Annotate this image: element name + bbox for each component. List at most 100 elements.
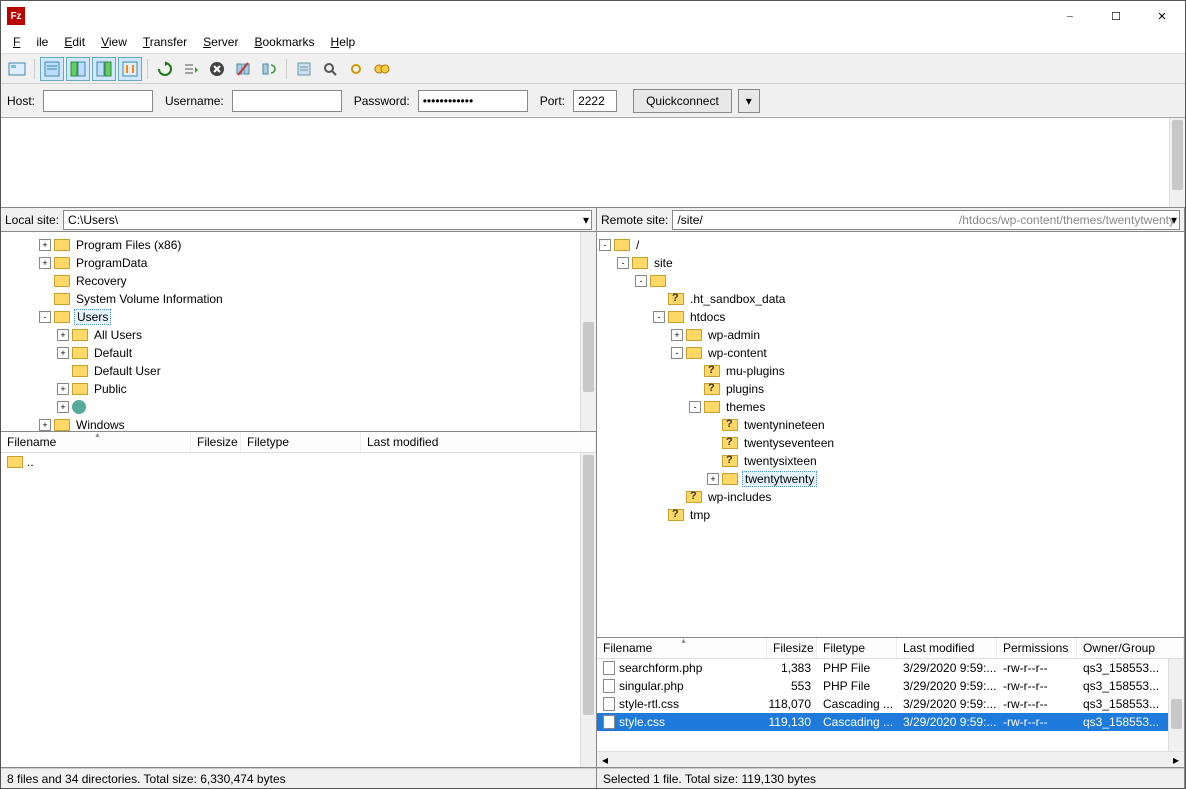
tree-expander[interactable]: + — [39, 239, 51, 251]
tree-expander[interactable]: - — [653, 311, 665, 323]
tree-expander[interactable]: + — [57, 329, 69, 341]
col-filename[interactable]: ▴Filename — [597, 638, 767, 658]
toggle-remote-tree-icon[interactable] — [92, 57, 116, 81]
remote-file-list[interactable]: ▴Filename Filesize Filetype Last modifie… — [597, 638, 1184, 768]
tree-item[interactable]: twentyseventeen — [599, 434, 1182, 452]
tree-item[interactable]: plugins — [599, 380, 1182, 398]
tree-item[interactable]: +Public — [3, 380, 594, 398]
tree-item[interactable]: +ProgramData — [3, 254, 594, 272]
cancel-icon[interactable] — [205, 57, 229, 81]
col-filetype[interactable]: Filetype — [817, 638, 897, 658]
tree-item[interactable]: twentynineteen — [599, 416, 1182, 434]
remote-directory-tree[interactable]: -/-site-.ht_sandbox_data-htdocs+wp-admin… — [597, 232, 1184, 638]
col-filesize[interactable]: Filesize — [767, 638, 817, 658]
toggle-queue-icon[interactable] — [118, 57, 142, 81]
tree-item[interactable]: - — [599, 272, 1182, 290]
quickconnect-history-dropdown[interactable]: ▾ — [738, 89, 760, 113]
menu-view[interactable]: View — [93, 33, 135, 51]
tree-item[interactable]: +All Users — [3, 326, 594, 344]
tree-item[interactable]: wp-includes — [599, 488, 1182, 506]
menu-transfer[interactable]: Transfer — [135, 33, 195, 51]
col-modified[interactable]: Last modified — [897, 638, 997, 658]
list-item[interactable]: style-rtl.css118,070Cascading ...3/29/20… — [597, 695, 1184, 713]
tree-expander[interactable]: - — [635, 275, 647, 287]
tree-expander[interactable]: - — [689, 401, 701, 413]
local-tree-scrollbar[interactable] — [580, 232, 596, 431]
tree-item[interactable]: Default User — [3, 362, 594, 380]
list-item[interactable]: singular.php553PHP File3/29/2020 9:59:..… — [597, 677, 1184, 695]
username-input[interactable] — [232, 90, 342, 112]
disconnect-icon[interactable] — [231, 57, 255, 81]
menu-bookmarks[interactable]: Bookmarks — [246, 33, 322, 51]
tree-item[interactable]: -Users — [3, 308, 594, 326]
toggle-local-tree-icon[interactable] — [66, 57, 90, 81]
tree-item[interactable]: + — [3, 398, 594, 416]
close-button[interactable]: ✕ — [1139, 1, 1185, 31]
search-icon[interactable] — [318, 57, 342, 81]
message-log[interactable] — [1, 118, 1185, 208]
menu-file[interactable]: File — [5, 33, 56, 51]
tree-item[interactable]: -/ — [599, 236, 1182, 254]
site-manager-icon[interactable] — [5, 57, 29, 81]
tree-item[interactable]: .ht_sandbox_data — [599, 290, 1182, 308]
tree-item[interactable]: System Volume Information — [3, 290, 594, 308]
tree-item[interactable]: twentysixteen — [599, 452, 1182, 470]
col-filesize[interactable]: Filesize — [191, 432, 241, 452]
tree-expander[interactable]: - — [599, 239, 611, 251]
list-item[interactable]: searchform.php1,383PHP File3/29/2020 9:5… — [597, 659, 1184, 677]
tree-item[interactable]: +wp-admin — [599, 326, 1182, 344]
maximize-button[interactable]: ☐ — [1093, 1, 1139, 31]
tree-expander[interactable]: - — [671, 347, 683, 359]
list-item[interactable]: style.css119,130Cascading ...3/29/2020 9… — [597, 713, 1184, 731]
remote-site-combo[interactable]: /site/ /htdocs/wp-content/themes/twentyt… — [672, 210, 1180, 230]
local-file-list[interactable]: ▴Filename Filesize Filetype Last modifie… — [1, 432, 596, 768]
tree-item[interactable]: -htdocs — [599, 308, 1182, 326]
menu-help[interactable]: Help — [323, 33, 364, 51]
refresh-icon[interactable] — [153, 57, 177, 81]
tree-item[interactable]: +Default — [3, 344, 594, 362]
filter-icon[interactable] — [292, 57, 316, 81]
tree-expander[interactable]: + — [707, 473, 719, 485]
tree-item[interactable]: -site — [599, 254, 1182, 272]
port-input[interactable] — [573, 90, 617, 112]
tree-expander[interactable]: + — [57, 347, 69, 359]
col-modified[interactable]: Last modified — [361, 432, 596, 452]
toggle-log-icon[interactable] — [40, 57, 64, 81]
menu-edit[interactable]: Edit — [56, 33, 93, 51]
minimize-button[interactable]: – — [1047, 1, 1093, 31]
password-input[interactable] — [418, 90, 528, 112]
tree-expander[interactable]: + — [57, 383, 69, 395]
tree-item[interactable]: +Program Files (x86) — [3, 236, 594, 254]
local-directory-tree[interactable]: +Program Files (x86)+ProgramDataRecovery… — [1, 232, 596, 432]
tree-expander[interactable]: + — [671, 329, 683, 341]
local-site-combo[interactable]: C:\Users\ ▾ — [63, 210, 592, 230]
col-filename[interactable]: ▴Filename — [1, 432, 191, 452]
log-scrollbar[interactable] — [1169, 118, 1185, 207]
remote-list-scrollbar[interactable] — [1168, 659, 1184, 751]
local-list-scrollbar[interactable] — [580, 453, 596, 767]
tree-expander[interactable]: + — [39, 419, 51, 431]
col-owner[interactable]: Owner/Group — [1077, 638, 1184, 658]
col-permissions[interactable]: Permissions — [997, 638, 1077, 658]
tree-item[interactable]: mu-plugins — [599, 362, 1182, 380]
tree-item[interactable]: Recovery — [3, 272, 594, 290]
tree-item[interactable]: +twentytwenty — [599, 470, 1182, 488]
reconnect-icon[interactable] — [257, 57, 281, 81]
compare-icon[interactable] — [370, 57, 394, 81]
tree-expander[interactable]: - — [617, 257, 629, 269]
col-filetype[interactable]: Filetype — [241, 432, 361, 452]
menu-server[interactable]: Server — [195, 33, 246, 51]
tree-item[interactable]: tmp — [599, 506, 1182, 524]
process-queue-icon[interactable] — [179, 57, 203, 81]
tree-expander[interactable]: + — [57, 401, 69, 413]
remote-list-h-scrollbar[interactable]: ◂▸ — [597, 751, 1184, 767]
tree-item[interactable]: -themes — [599, 398, 1182, 416]
list-item[interactable]: .. — [1, 453, 596, 471]
sync-browse-icon[interactable] — [344, 57, 368, 81]
host-input[interactable] — [43, 90, 153, 112]
tree-item[interactable]: -wp-content — [599, 344, 1182, 362]
tree-expander[interactable]: + — [39, 257, 51, 269]
quickconnect-button[interactable]: Quickconnect — [633, 89, 732, 113]
tree-expander[interactable]: - — [39, 311, 51, 323]
tree-item[interactable]: +Windows — [3, 416, 594, 432]
